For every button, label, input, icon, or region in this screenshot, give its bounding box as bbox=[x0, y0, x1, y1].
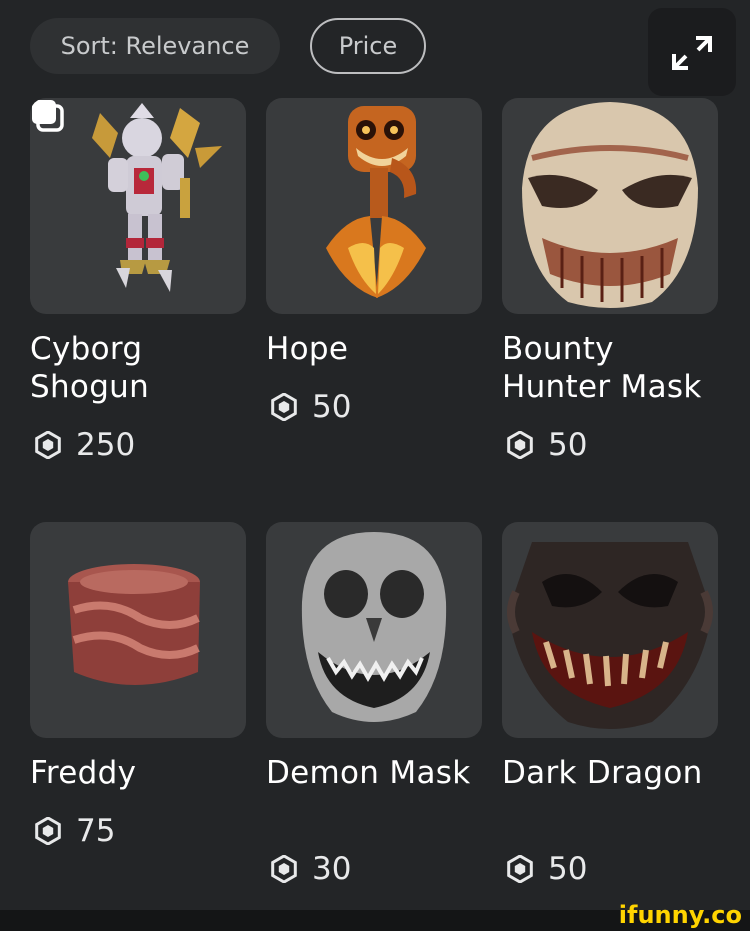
item-thumbnail[interactable] bbox=[502, 98, 718, 314]
sort-button[interactable]: Sort: Relevance bbox=[30, 18, 280, 74]
item-name[interactable]: Hope bbox=[266, 330, 496, 368]
expand-arrows-icon bbox=[672, 36, 712, 70]
item-thumbnail[interactable] bbox=[266, 522, 482, 738]
robux-icon bbox=[35, 430, 61, 459]
robux-icon bbox=[35, 816, 61, 845]
item-price: 250 bbox=[34, 425, 135, 465]
item-name[interactable]: Bounty Hunter Mask bbox=[502, 330, 732, 406]
item-price: 50 bbox=[506, 425, 587, 465]
bounty-hunter-mask bbox=[522, 102, 698, 308]
robux-icon bbox=[271, 392, 297, 421]
expand-button[interactable] bbox=[648, 8, 736, 96]
price-filter-button[interactable]: Price bbox=[310, 18, 426, 74]
dark-dragon-mask bbox=[507, 542, 713, 729]
item-price: 50 bbox=[270, 387, 351, 427]
item-price: 30 bbox=[270, 849, 351, 889]
top-bar: Sort: Relevance Price bbox=[0, 0, 750, 96]
item-name[interactable]: Dark Dragon bbox=[502, 754, 732, 792]
item-name[interactable]: Demon Mask bbox=[266, 754, 496, 792]
freddy-hat bbox=[68, 564, 200, 685]
item-price-value: 30 bbox=[312, 851, 352, 887]
item-price: 50 bbox=[506, 849, 587, 889]
robux-icon bbox=[507, 854, 533, 883]
item-name[interactable]: Cyborg Shogun bbox=[30, 330, 260, 406]
item-price-value: 250 bbox=[76, 427, 136, 463]
item-price-value: 50 bbox=[548, 851, 588, 887]
item-price-value: 50 bbox=[548, 427, 588, 463]
item-price-value: 75 bbox=[76, 813, 116, 849]
demon-mask bbox=[301, 532, 447, 722]
hope-mask bbox=[326, 106, 426, 298]
item-name[interactable]: Freddy bbox=[30, 754, 260, 792]
robux-icon bbox=[271, 854, 297, 883]
bundle-icon bbox=[32, 100, 64, 132]
robux-icon bbox=[507, 430, 533, 459]
item-price-value: 50 bbox=[312, 389, 352, 425]
watermark: ifunny.co bbox=[618, 901, 742, 929]
item-price: 75 bbox=[34, 811, 115, 851]
item-thumbnail[interactable] bbox=[30, 522, 246, 738]
item-thumbnail[interactable] bbox=[266, 98, 482, 314]
item-thumbnail[interactable] bbox=[502, 522, 718, 738]
item-thumbnail[interactable] bbox=[30, 98, 246, 314]
